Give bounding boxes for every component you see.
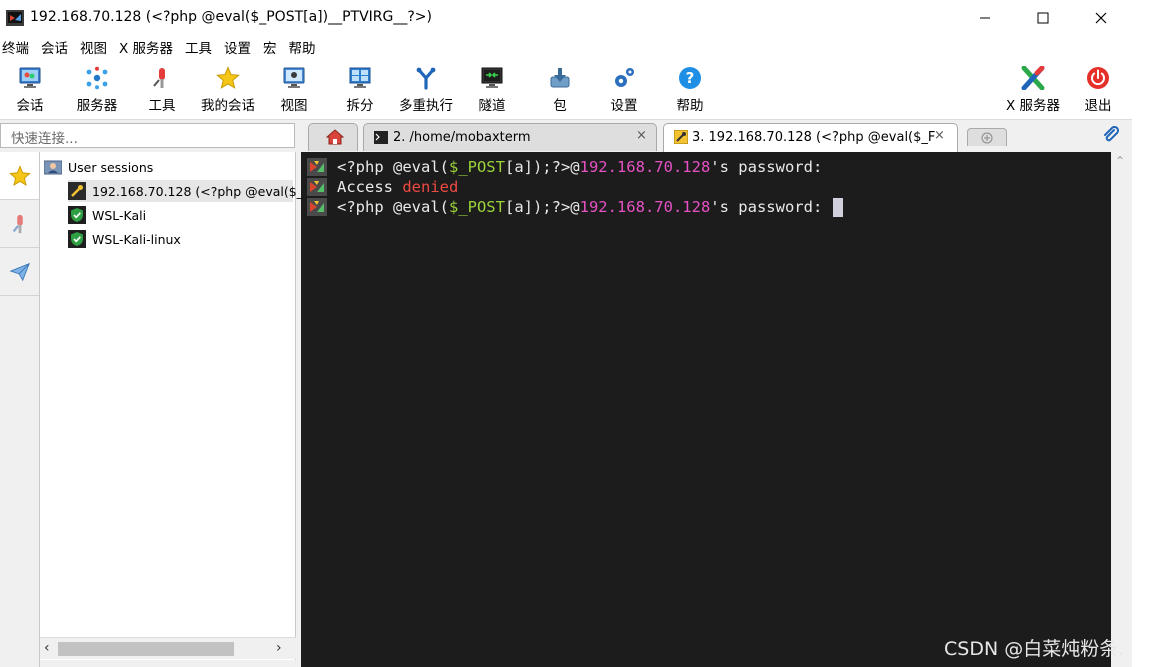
sessions-tree: User sessions 192.168.70.128 (<?php @eva…	[40, 152, 310, 660]
menu-help[interactable]: 帮助	[283, 36, 322, 62]
package-download-icon	[547, 65, 573, 91]
minimize-icon	[980, 17, 990, 19]
chevron-left-icon[interactable]: ‹	[44, 640, 50, 656]
servers-network-icon	[84, 65, 110, 91]
sidebar-tab-tools[interactable]	[0, 200, 39, 248]
maximize-button[interactable]	[1014, 0, 1072, 36]
xserver-x-icon	[1020, 65, 1046, 91]
title-bar: 192.168.70.128 (<?php @eval($_POST[a])__…	[0, 0, 1132, 36]
tools-wrench-icon	[149, 65, 175, 91]
tab-close-icon[interactable]: ×	[934, 128, 945, 143]
menu-bar: 终端 会话 视图 X 服务器 工具 设置 宏 帮助	[0, 36, 1132, 62]
menu-xserver[interactable]: X 服务器	[113, 36, 179, 62]
main-toolbar: 会话 服务器 工具 我的会话 视图 拆分 多重执行 隧道 包 设置 ? 帮助 X…	[0, 62, 1132, 120]
split-panes-icon	[347, 65, 373, 91]
menu-view[interactable]: 视图	[74, 36, 113, 62]
sidebar-tab-sessions[interactable]	[0, 152, 39, 200]
window-title: 192.168.70.128 (<?php @eval($_POST[a])__…	[30, 9, 433, 25]
tab-ssh-session[interactable]: 3. 192.168.70.128 (<?php @eval($_F ×	[663, 123, 958, 152]
paper-plane-icon	[9, 262, 30, 281]
maximize-icon	[1037, 12, 1049, 24]
tab-local-terminal[interactable]: 2. /home/mobaxterm ×	[363, 123, 657, 151]
menu-macros[interactable]: 宏	[257, 36, 283, 62]
exit-button[interactable]: 退出	[1082, 65, 1114, 117]
session-button[interactable]: 会话	[14, 65, 46, 117]
svg-text:?: ?	[686, 69, 695, 87]
terminal-icon	[374, 131, 388, 144]
help-button[interactable]: ? 帮助	[674, 65, 706, 117]
tree-item-wsl-kali-linux[interactable]: WSL-Kali-linux	[68, 228, 181, 250]
mobaxterm-window: 192.168.70.128 (<?php @eval($_POST[a])__…	[0, 0, 1132, 667]
shield-icon	[68, 230, 86, 248]
power-icon	[1085, 65, 1111, 91]
tunneling-button[interactable]: 隧道	[476, 65, 508, 117]
tree-item-ssh-session[interactable]: 192.168.70.128 (<?php @eval($_F	[68, 180, 310, 202]
mobaxterm-prompt-icon	[307, 198, 327, 216]
tab-close-icon[interactable]: ×	[636, 128, 647, 143]
tree-item-wsl-kali[interactable]: WSL-Kali	[68, 204, 146, 226]
mobaxterm-prompt-icon	[307, 158, 327, 176]
terminal-line: <?php @eval($_POST [a]);?>@ 192.168.70.128…	[307, 157, 822, 177]
tab-strip: 快速连接... 2. /home/mobaxterm × 3. 192.168.…	[0, 120, 1132, 152]
view-button[interactable]: 视图	[278, 65, 310, 117]
menu-settings[interactable]: 设置	[218, 36, 257, 62]
scrollbar-thumb[interactable]	[58, 642, 234, 656]
mobaxterm-prompt-icon	[307, 178, 327, 196]
ssh-key-icon	[674, 130, 688, 144]
menu-terminal[interactable]: 终端	[2, 36, 35, 62]
servers-button[interactable]: 服务器	[74, 65, 120, 117]
watermark-text: CSDN @白菜炖粉条.	[944, 638, 1125, 660]
terminal-vertical-scrollbar[interactable]: ⌃	[1111, 152, 1132, 667]
xserver-button[interactable]: X 服务器	[1002, 65, 1064, 117]
paperclip-icon[interactable]	[1102, 126, 1120, 144]
tools-icon	[12, 214, 23, 233]
gear-icon	[611, 65, 637, 91]
multiexec-fork-icon	[413, 65, 439, 91]
sidebar-tabs	[0, 152, 40, 667]
menu-sessions[interactable]: 会话	[35, 36, 74, 62]
my-sessions-button[interactable]: 我的会话	[198, 65, 258, 117]
terminal-output[interactable]: <?php @eval($_POST [a]);?>@ 192.168.70.128…	[301, 152, 1111, 667]
mobaxterm-logo-icon	[6, 10, 24, 26]
chevron-up-icon[interactable]: ⌃	[1115, 154, 1125, 168]
split-button[interactable]: 拆分	[344, 65, 376, 117]
help-question-icon: ?	[677, 65, 703, 91]
monitor-session-icon	[17, 65, 43, 91]
plus-icon	[981, 132, 993, 144]
multiexec-button[interactable]: 多重执行	[395, 65, 457, 117]
tree-root-user-sessions[interactable]: User sessions	[44, 156, 153, 178]
terminal-line: <?php @eval($_POST [a]);?>@ 192.168.70.128…	[307, 197, 843, 217]
star-icon	[8, 164, 31, 186]
sessions-horizontal-scrollbar[interactable]: ‹ ›	[40, 637, 296, 659]
tab-home[interactable]	[308, 123, 358, 151]
ssh-key-icon	[68, 182, 86, 200]
menu-tools[interactable]: 工具	[179, 36, 218, 62]
shield-icon	[68, 206, 86, 224]
user-folder-icon	[44, 158, 62, 176]
sidebar-tab-macros[interactable]	[0, 248, 39, 296]
tools-button[interactable]: 工具	[146, 65, 178, 117]
desktop-background	[1132, 0, 1154, 667]
home-icon	[326, 129, 344, 145]
tunnel-monitor-icon	[479, 65, 505, 91]
star-icon	[215, 65, 241, 91]
quick-connect-input[interactable]: 快速连接...	[0, 123, 295, 148]
close-window-button[interactable]	[1072, 0, 1130, 36]
close-icon	[1095, 12, 1107, 24]
chevron-right-icon[interactable]: ›	[276, 640, 282, 656]
settings-button[interactable]: 设置	[608, 65, 640, 117]
packages-button[interactable]: 包	[544, 65, 576, 117]
view-monitor-icon	[281, 65, 307, 91]
minimize-button[interactable]	[956, 0, 1014, 36]
terminal-cursor	[832, 197, 843, 217]
terminal-line: Access denied	[307, 177, 458, 197]
new-tab-button[interactable]	[967, 128, 1007, 146]
